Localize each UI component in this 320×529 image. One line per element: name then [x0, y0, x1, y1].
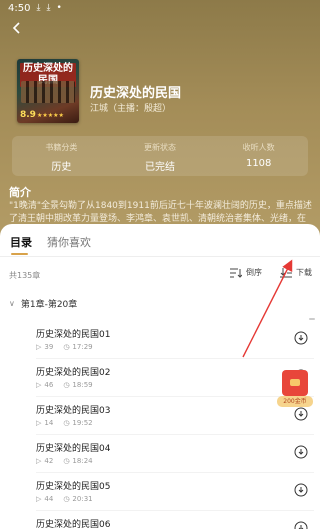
- chevron-down-icon: ∨: [9, 299, 15, 308]
- intro-text: "1晚清"全景勾勒了从1840到1911前后近七十年波澜壮阔的历史，重点描述了清…: [9, 201, 312, 224]
- download-label: 下载: [296, 268, 312, 277]
- chapter-count: 共135章: [9, 271, 41, 280]
- scrollbar[interactable]: [309, 318, 315, 320]
- chapter-sheet: 目录 猜你喜欢 共135章 倒序 下载 ∨ 第1章-第20章 历史深处的民国01…: [0, 224, 320, 529]
- chapter-title: 历史深处的民国04: [36, 444, 111, 454]
- download-chapter-button[interactable]: [294, 330, 308, 345]
- tab-indicator: [11, 253, 28, 255]
- chapter-duration: 19:52: [72, 419, 93, 427]
- list-item[interactable]: 历史深处的民国06: [22, 511, 314, 529]
- chapter-duration: 18:24: [72, 457, 93, 465]
- clock-icon: ◷: [63, 457, 70, 465]
- download-circle-icon: [294, 407, 308, 421]
- stat-value: 已完结: [145, 162, 175, 173]
- book-cover: 历史深处的民国 8.9 ★★★★★: [17, 59, 79, 123]
- chapter-plays: 14: [44, 419, 54, 427]
- download-chapter-button[interactable]: [294, 520, 308, 529]
- list-item[interactable]: 历史深处的民国02 ▷ 46 ◷ 18:59: [22, 359, 314, 397]
- list-item[interactable]: 历史深处的民国04 ▷ 42 ◷ 18:24: [22, 435, 314, 473]
- list-item[interactable]: 历史深处的民国05 ▷ 44 ◷ 20:31: [22, 473, 314, 511]
- play-icon: ▷: [36, 343, 42, 351]
- red-packet-icon: [290, 379, 300, 386]
- download-circle-icon: [294, 483, 308, 497]
- stat-label: 书籍分类: [45, 143, 78, 152]
- chapter-plays: 44: [44, 495, 54, 503]
- list-item[interactable]: 历史深处的民国01 ▷ 39 ◷ 17:29: [22, 321, 314, 359]
- notification-dot-icon: •: [56, 3, 62, 13]
- download-list-icon: [280, 267, 292, 277]
- book-title: 历史深处的民国: [90, 86, 182, 101]
- list-item[interactable]: 历史深处的民国03 ▷ 14 ◷ 19:52: [22, 397, 314, 435]
- chapter-title: 历史深处的民国05: [36, 482, 111, 492]
- back-button[interactable]: [9, 20, 25, 36]
- stat-status: 更新状态 已完结: [111, 136, 210, 176]
- download-chapter-button[interactable]: [294, 482, 308, 497]
- stat-category: 书籍分类 历史: [12, 136, 111, 176]
- download-status-icon-2: ⤓: [46, 3, 51, 13]
- stat-value: 历史: [51, 162, 72, 173]
- chapter-plays: 42: [44, 457, 54, 465]
- chapter-title: 历史深处的民国03: [36, 406, 111, 416]
- chapter-group-label: 第1章-第20章: [20, 300, 78, 310]
- divider: [0, 256, 320, 257]
- clock-icon: ◷: [63, 381, 70, 389]
- sort-label: 倒序: [246, 268, 262, 277]
- play-icon: ▷: [36, 495, 42, 503]
- chapter-plays: 46: [44, 381, 54, 389]
- download-chapter-button[interactable]: [294, 444, 308, 459]
- tab-catalog[interactable]: 目录: [10, 234, 32, 250]
- chapter-title: 历史深处的民国06: [36, 520, 111, 529]
- chapter-title: 历史深处的民国02: [36, 368, 111, 378]
- status-time: 4:50: [8, 2, 31, 14]
- download-button[interactable]: 下载: [280, 267, 312, 278]
- chapter-plays: 39: [44, 343, 54, 351]
- stat-listeners: 收听人数 1108: [209, 136, 308, 176]
- chapter-title: 历史深处的民国01: [36, 330, 111, 340]
- clock-icon: ◷: [63, 495, 70, 503]
- play-icon: ▷: [36, 457, 42, 465]
- download-circle-icon: [294, 445, 308, 459]
- download-status-icon: ⤓: [36, 3, 41, 13]
- sort-icon: [230, 268, 242, 278]
- play-icon: ▷: [36, 381, 42, 389]
- red-packet-button[interactable]: [282, 370, 308, 396]
- play-icon: ▷: [36, 419, 42, 427]
- book-stats: 书籍分类 历史 更新状态 已完结 收听人数 1108: [12, 136, 308, 176]
- tab-recommend[interactable]: 猜你喜欢: [47, 234, 91, 250]
- stat-value: 1108: [245, 158, 272, 169]
- chapter-duration: 18:59: [72, 381, 93, 389]
- stat-label: 更新状态: [144, 143, 176, 152]
- chapter-duration: 17:29: [72, 343, 93, 351]
- book-author: 江城（主播：殷超）: [90, 104, 172, 114]
- cover-illustration: [21, 81, 75, 103]
- chapter-group-toggle[interactable]: ∨ 第1章-第20章: [9, 297, 77, 310]
- intro-heading: 简介: [9, 186, 31, 199]
- download-chapter-button[interactable]: [294, 406, 308, 421]
- clock-icon: ◷: [63, 419, 70, 427]
- clock-icon: ◷: [63, 343, 70, 351]
- stat-label: 收听人数: [242, 143, 275, 152]
- status-bar: 4:50 ⤓ ⤓ •: [0, 0, 320, 16]
- red-packet-label: 200金币: [277, 396, 313, 407]
- sort-button[interactable]: 倒序: [230, 267, 262, 278]
- chapter-duration: 20:31: [72, 495, 93, 503]
- tab-bar: 目录 猜你喜欢: [0, 234, 320, 256]
- chevron-left-icon: [12, 22, 20, 34]
- download-circle-icon: [294, 521, 308, 529]
- cover-score: 8.9: [20, 110, 36, 120]
- star-rating-icon: ★★★★★: [37, 112, 64, 119]
- download-circle-icon: [294, 331, 308, 345]
